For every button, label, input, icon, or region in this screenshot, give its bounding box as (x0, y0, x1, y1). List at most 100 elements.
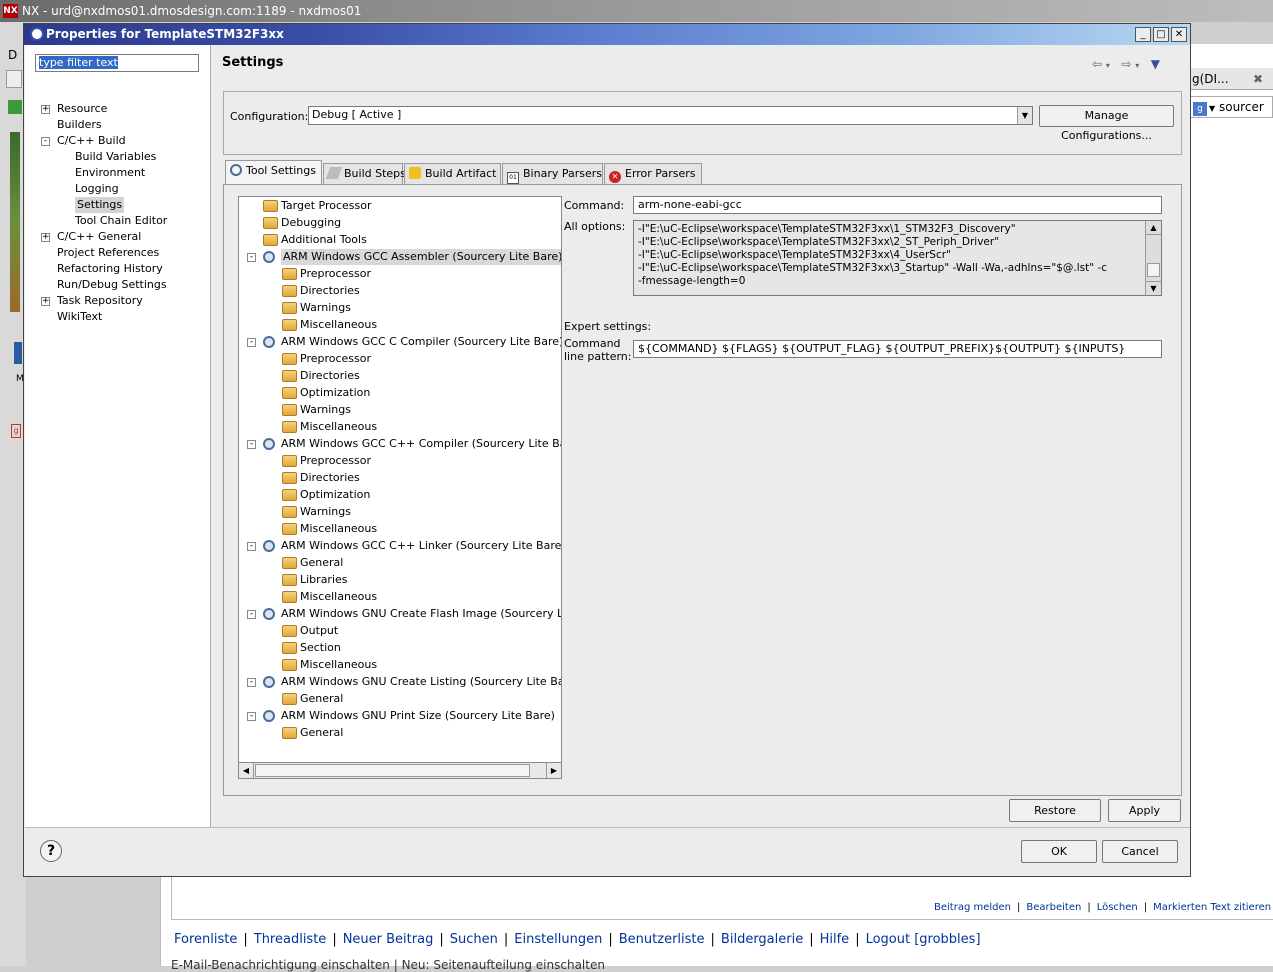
tab-binary-parsers[interactable]: 01 Binary Parsers (502, 163, 603, 184)
cancel-button[interactable]: Cancel (1102, 840, 1178, 863)
options-vertical-scrollbar[interactable]: ▲ ▼ (1145, 221, 1161, 295)
nav-item[interactable]: Settings (75, 197, 125, 213)
nav-item[interactable]: Build Variables (75, 149, 156, 165)
tab-tool-settings[interactable]: Tool Settings (225, 160, 322, 185)
tool-tree-tool[interactable]: ARM Windows GNU Create Listing (Sourcery… (281, 674, 561, 690)
tool-tree-option[interactable]: Warnings (300, 504, 351, 520)
forum-link[interactable]: Logout [grobbles] (866, 932, 981, 947)
collapse-icon[interactable]: - (247, 338, 256, 347)
all-options-textarea[interactable]: -I"E:\uC-Eclipse\workspace\TemplateSTM32… (633, 220, 1162, 296)
forum-link[interactable]: Bearbeiten (1026, 902, 1081, 913)
forum-link[interactable]: Suchen (450, 932, 498, 947)
nav-item[interactable]: Run/Debug Settings (57, 277, 167, 293)
help-icon[interactable]: ? (40, 840, 62, 862)
nav-item[interactable]: Environment (75, 165, 145, 181)
nav-item[interactable]: Project References (57, 245, 159, 261)
tab-build-artifact[interactable]: Build Artifact (404, 163, 501, 184)
nav-item[interactable]: C/C++ General (57, 229, 141, 245)
nav-item[interactable]: Builders (57, 117, 102, 133)
minimize-button[interactable]: _ (1135, 27, 1151, 42)
forum-link[interactable]: Neuer Beitrag (343, 932, 434, 947)
view-menu-icon[interactable]: ▼ (1151, 57, 1160, 71)
tool-tree-option[interactable]: Directories (300, 368, 360, 384)
expand-icon[interactable]: + (41, 105, 50, 114)
back-arrow-icon[interactable]: ⇦ (1092, 57, 1102, 71)
back-dropdown-icon[interactable]: ▾ (1106, 61, 1110, 70)
collapse-icon[interactable]: - (41, 137, 50, 146)
chevron-down-icon[interactable]: ▼ (1209, 104, 1215, 113)
filter-input[interactable]: type filter text (35, 54, 199, 72)
tool-tree-option[interactable]: Preprocessor (300, 266, 371, 282)
forum-link[interactable]: Bildergalerie (721, 932, 803, 947)
tool-tree-option[interactable]: Miscellaneous (300, 419, 377, 435)
tool-tree-tool[interactable]: ARM Windows GCC C++ Linker (Sourcery Lit… (281, 538, 561, 554)
apply-button[interactable]: Apply (1108, 799, 1181, 822)
nav-item[interactable]: WikiText (57, 309, 102, 325)
nav-item[interactable]: Resource (57, 101, 107, 117)
tool-tree-option[interactable]: Warnings (300, 300, 351, 316)
nav-item[interactable]: Tool Chain Editor (75, 213, 167, 229)
forum-link[interactable]: Benutzerliste (619, 932, 705, 947)
configuration-select[interactable]: Debug [ Active ] (308, 106, 1033, 125)
tool-tree-tool[interactable]: ARM Windows GCC Assembler (Sourcery Lite… (281, 249, 561, 265)
tool-tree-option[interactable]: Section (300, 640, 341, 656)
forward-arrow-icon[interactable]: ⇨ (1121, 57, 1131, 71)
nav-item[interactable]: Logging (75, 181, 119, 197)
tool-tree-option[interactable]: Output (300, 623, 338, 639)
tool-tree-option[interactable]: Additional Tools (281, 232, 367, 248)
tool-tree-option[interactable]: Miscellaneous (300, 589, 377, 605)
background-tab[interactable]: g(DI... ✖ (1190, 68, 1273, 90)
forum-link[interactable]: Beitrag melden (934, 902, 1011, 913)
tool-tree-option[interactable]: Preprocessor (300, 351, 371, 367)
tool-tree-option[interactable]: Optimization (300, 487, 370, 503)
tool-tree-option[interactable]: General (300, 691, 343, 707)
scroll-up-icon[interactable]: ▲ (1146, 221, 1161, 235)
scroll-thumb[interactable] (1147, 263, 1160, 277)
forum-link[interactable]: Hilfe (820, 932, 850, 947)
tool-tree-option[interactable]: Warnings (300, 402, 351, 418)
tool-tree-option[interactable]: Preprocessor (300, 453, 371, 469)
expand-icon[interactable]: + (41, 233, 50, 242)
forum-link[interactable]: Markierten Text zitieren (1153, 902, 1271, 913)
expand-icon[interactable]: + (41, 297, 50, 306)
forum-link[interactable]: Threadliste (254, 932, 327, 947)
tool-tree-option[interactable]: Miscellaneous (300, 317, 377, 333)
forward-dropdown-icon[interactable]: ▾ (1135, 61, 1139, 70)
notification-links[interactable]: E-Mail-Benachrichtigung einschalten | Ne… (171, 958, 605, 972)
collapse-icon[interactable]: - (247, 542, 256, 551)
tool-tree-tool[interactable]: ARM Windows GCC C++ Compiler (Sourcery L… (281, 436, 561, 452)
ok-button[interactable]: OK (1021, 840, 1097, 863)
tab-build-steps[interactable]: Build Steps (323, 163, 406, 184)
background-green-arrow-icon[interactable] (8, 100, 22, 114)
nav-item[interactable]: Task Repository (57, 293, 143, 309)
manage-configurations-button[interactable]: Manage Configurations... (1039, 105, 1174, 142)
scroll-thumb[interactable] (255, 764, 530, 777)
scroll-down-icon[interactable]: ▼ (1146, 281, 1161, 295)
tool-tree-option[interactable]: Libraries (300, 572, 348, 588)
command-line-pattern-input[interactable]: ${COMMAND} ${FLAGS} ${OUTPUT_FLAG} ${OUT… (633, 340, 1162, 358)
scroll-right-icon[interactable]: ▶ (546, 763, 561, 778)
tool-tree-option[interactable]: General (300, 555, 343, 571)
nav-item[interactable]: Refactoring History (57, 261, 163, 277)
command-input[interactable]: arm-none-eabi-gcc (633, 196, 1162, 214)
close-button[interactable]: ✕ (1171, 27, 1187, 42)
tool-tree-option[interactable]: Optimization (300, 385, 370, 401)
forum-link[interactable]: Forenliste (174, 932, 237, 947)
collapse-icon[interactable]: - (247, 678, 256, 687)
chevron-down-icon[interactable]: ▼ (1017, 107, 1032, 124)
collapse-icon[interactable]: - (247, 253, 256, 262)
restore-defaults-button[interactable]: Restore Defaults (1009, 799, 1101, 838)
background-google-icon[interactable]: g (11, 424, 21, 438)
tool-tree-tool[interactable]: ARM Windows GNU Create Flash Image (Sour… (281, 606, 561, 622)
maximize-button[interactable]: □ (1153, 27, 1169, 42)
forum-link[interactable]: Löschen (1097, 902, 1138, 913)
scroll-left-icon[interactable]: ◀ (239, 763, 254, 778)
background-toolbar-icon[interactable] (6, 70, 22, 88)
tool-tree-option[interactable]: General (300, 725, 343, 741)
tool-tree-option[interactable]: Target Processor (281, 198, 372, 214)
collapse-icon[interactable]: - (247, 440, 256, 449)
background-search-box[interactable]: g ▼ sourcer (1190, 96, 1273, 118)
tool-tree-option[interactable]: Miscellaneous (300, 521, 377, 537)
collapse-icon[interactable]: - (247, 712, 256, 721)
forum-link[interactable]: Einstellungen (514, 932, 602, 947)
